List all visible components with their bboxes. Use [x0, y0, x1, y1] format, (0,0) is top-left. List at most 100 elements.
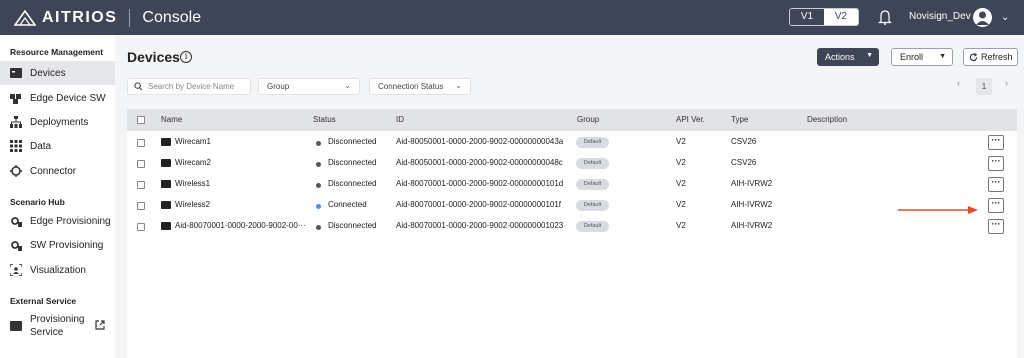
device-type: AIH-IVRW2: [731, 200, 773, 209]
group-badge: Default: [576, 221, 609, 232]
chevron-down-icon[interactable]: ⌄: [1001, 12, 1009, 23]
device-status: Disconnected: [328, 179, 377, 188]
row-checkbox[interactable]: [137, 202, 145, 210]
more-options-button[interactable]: ···: [988, 156, 1004, 171]
column-header-status[interactable]: Status: [313, 115, 336, 124]
sidebar-item-label: Edge Provisioning: [30, 215, 111, 227]
column-header-group[interactable]: Group: [577, 115, 599, 124]
table-row[interactable]: Wireless1 Disconnected Aid-80070001-0000…: [127, 174, 1017, 195]
sidebar-item-visualization[interactable]: Visualization: [0, 258, 115, 282]
table-row[interactable]: Aid-80070001-0000-2000-9002-00··· Discon…: [127, 216, 1017, 237]
row-checkbox[interactable]: [137, 160, 145, 168]
sidebar-item-sw-provisioning[interactable]: SW Provisioning: [0, 233, 115, 257]
prev-page-button[interactable]: ‹: [957, 78, 960, 88]
device-status: Disconnected: [328, 137, 377, 146]
app-name: Console: [142, 8, 202, 26]
sidebar-item-label: Visualization: [30, 264, 86, 276]
select-all-checkbox[interactable]: [137, 116, 145, 124]
search-input[interactable]: Search by Device Name: [127, 78, 251, 95]
more-options-button[interactable]: ···: [988, 198, 1004, 213]
version-v1-button[interactable]: V1: [790, 9, 824, 25]
sidebar-item-label: Connector: [30, 165, 77, 177]
device-id: Aid-80070001-0000-2000-9002-00000000101f: [396, 200, 562, 209]
more-options-button[interactable]: ···: [988, 135, 1004, 150]
info-icon[interactable]: i: [180, 51, 192, 63]
sidebar-item-connector[interactable]: Connector: [0, 159, 115, 183]
device-name[interactable]: Wirecam1: [175, 137, 211, 146]
page-title: Devices: [127, 49, 180, 65]
device-type: CSV26: [731, 158, 757, 167]
logo[interactable]: AITRIOS: [14, 9, 117, 27]
refresh-button[interactable]: Refresh: [963, 48, 1018, 66]
column-header-description[interactable]: Description: [807, 115, 847, 124]
enroll-label: Enroll: [900, 52, 924, 62]
sidebar-item-edge-device-sw[interactable]: Edge Device SW: [0, 86, 115, 110]
device-type: AIH-IVRW2: [731, 221, 773, 230]
sidebar: Resource Management Devices Edge Device …: [0, 35, 115, 358]
table-row[interactable]: Wireless2 Connected Aid-80070001-0000-20…: [127, 195, 1017, 216]
column-header-name[interactable]: Name: [161, 115, 182, 124]
version-toggle[interactable]: V1 V2: [789, 8, 859, 26]
table-row[interactable]: Wirecam1 Disconnected Aid-80050001-0000-…: [127, 132, 1017, 153]
device-api-ver: V2: [676, 179, 686, 188]
status-dot-icon: [316, 204, 321, 209]
hierarchy-icon: [10, 116, 22, 128]
gear-icon: [10, 239, 22, 251]
search-icon: [134, 82, 143, 91]
device-name[interactable]: Wireless1: [175, 179, 210, 188]
actions-button[interactable]: Actions ▼: [817, 48, 879, 66]
device-id: Aid-80070001-0000-2000-9002-000000001023: [396, 221, 564, 230]
bell-icon[interactable]: [878, 9, 892, 25]
device-name[interactable]: Wirecam2: [175, 158, 211, 167]
sidebar-item-edge-provisioning[interactable]: Edge Provisioning: [0, 209, 115, 233]
page-number[interactable]: 1: [976, 78, 992, 95]
device-name[interactable]: Wireless2: [175, 200, 210, 209]
annotation-arrow-icon: [898, 206, 978, 214]
group-badge: Default: [576, 179, 609, 190]
column-header-id[interactable]: ID: [396, 115, 404, 124]
sidebar-item-provisioning-service[interactable]: Provisioning Service: [0, 312, 115, 340]
sidebar-item-devices[interactable]: Devices: [0, 61, 115, 85]
actions-label: Actions: [825, 52, 855, 62]
device-name[interactable]: Aid-80070001-0000-2000-9002-00···: [175, 221, 306, 230]
grid-icon: [10, 140, 22, 152]
group-badge: Default: [576, 158, 609, 169]
refresh-icon: [969, 52, 978, 61]
sidebar-item-label: Devices: [30, 67, 66, 79]
version-v2-button[interactable]: V2: [824, 9, 858, 25]
row-checkbox[interactable]: [137, 181, 145, 189]
more-options-button[interactable]: ···: [988, 219, 1004, 234]
table-row[interactable]: Wirecam2 Disconnected Aid-80050001-0000-…: [127, 153, 1017, 174]
connection-status-label: Connection Status: [378, 82, 444, 91]
status-dot-icon: [316, 162, 321, 167]
column-header-type[interactable]: Type: [731, 115, 748, 124]
username[interactable]: Novisign_Dev: [909, 11, 971, 22]
next-page-button[interactable]: ›: [1005, 78, 1008, 88]
status-dot-icon: [316, 225, 321, 230]
row-checkbox[interactable]: [137, 223, 145, 231]
device-id: Aid-80050001-0000-2000-9002-00000000048c: [396, 158, 563, 167]
sidebar-section-external-service: External Service: [10, 296, 77, 306]
device-id: Aid-80050001-0000-2000-9002-00000000043a: [396, 137, 564, 146]
sidebar-item-label: Provisioning Service: [30, 314, 85, 338]
column-header-api-ver[interactable]: API Ver.: [676, 115, 705, 124]
search-placeholder: Search by Device Name: [148, 82, 235, 91]
device-status: Disconnected: [328, 221, 377, 230]
device-api-ver: V2: [676, 158, 686, 167]
row-checkbox[interactable]: [137, 139, 145, 147]
avatar[interactable]: [973, 8, 992, 27]
sidebar-section-scenario-hub: Scenario Hub: [10, 197, 65, 207]
connection-status-filter[interactable]: Connection Status ⌄: [369, 78, 471, 95]
more-options-button[interactable]: ···: [988, 177, 1004, 192]
sidebar-item-label: Deployments: [30, 116, 89, 128]
sidebar-item-deployments[interactable]: Deployments: [0, 110, 115, 134]
status-dot-icon: [316, 141, 321, 146]
enroll-button[interactable]: Enroll ▼: [891, 48, 953, 66]
external-link-icon: [95, 319, 105, 333]
chevron-down-icon: ⌄: [455, 81, 462, 90]
group-badge: Default: [576, 200, 609, 211]
device-id: Aid-80070001-0000-2000-9002-00000000101d: [396, 179, 564, 188]
group-filter[interactable]: Group ⌄: [258, 78, 360, 95]
sidebar-item-data[interactable]: Data: [0, 134, 115, 158]
device-icon: [161, 201, 171, 209]
